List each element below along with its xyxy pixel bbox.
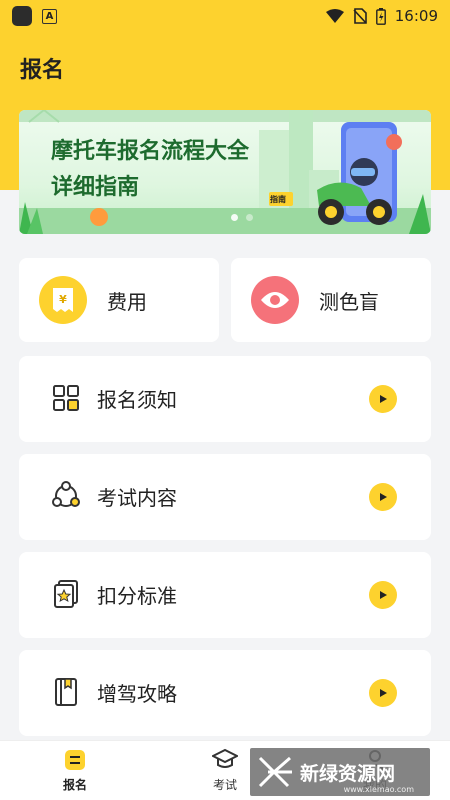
promo-banner[interactable]: 摩托车报名流程大全 详细指南 指南 <box>19 110 431 234</box>
bookmark-book-icon <box>55 678 77 706</box>
row-label: 增驾攻略 <box>97 682 177 706</box>
a-notification-icon: A <box>42 8 57 24</box>
play-arrow-icon[interactable] <box>369 679 397 707</box>
svg-text:¥: ¥ <box>59 293 67 306</box>
status-bar: A 16:09 <box>0 0 450 32</box>
grid-icon <box>53 385 79 411</box>
play-arrow-icon[interactable] <box>369 581 397 609</box>
eye-icon <box>251 276 299 324</box>
banner-title-line1: 摩托车报名流程大全 <box>51 139 250 164</box>
watermark-logo-icon <box>258 756 292 788</box>
nav-label: 考试 <box>212 778 237 792</box>
banner-dot-active[interactable] <box>231 214 238 221</box>
battery-charging-icon <box>375 7 386 25</box>
nav-label: 报名 <box>62 778 87 792</box>
row-label: 扣分标准 <box>97 584 177 608</box>
row-registration-notice[interactable]: 报名须知 <box>19 356 431 442</box>
play-arrow-icon[interactable] <box>369 483 397 511</box>
yen-receipt-icon: ¥ <box>39 276 87 324</box>
wifi-icon <box>325 9 344 23</box>
banner-pagination <box>231 214 253 221</box>
fee-card-label: 费用 <box>107 290 147 314</box>
banner-tag: 指南 <box>270 195 286 204</box>
no-sim-icon <box>353 8 367 24</box>
color-blind-test-card[interactable]: 测色盲 <box>231 258 431 342</box>
color-blind-card-label: 测色盲 <box>319 290 379 314</box>
banner-dot[interactable] <box>246 214 253 221</box>
nodes-icon <box>52 481 80 507</box>
graduation-cap-icon <box>212 748 238 768</box>
watermark: 新绿资源网 www.xlemao.com <box>250 748 430 796</box>
star-card-icon <box>54 580 78 608</box>
watermark-text: 新绿资源网 <box>300 762 396 785</box>
app-notification-icon <box>12 6 32 26</box>
row-label: 考试内容 <box>97 486 177 510</box>
play-arrow-icon[interactable] <box>369 385 397 413</box>
watermark-url: www.xlemao.com <box>343 785 414 794</box>
fee-card[interactable]: ¥ 费用 <box>19 258 219 342</box>
row-label: 报名须知 <box>97 388 177 412</box>
list-icon <box>65 750 85 770</box>
page-title: 报名 <box>20 58 65 83</box>
row-upgrade-guide[interactable]: 增驾攻略 <box>19 650 431 736</box>
row-deduction-standard[interactable]: 扣分标准 <box>19 552 431 638</box>
clock-time: 16:09 <box>394 7 438 25</box>
row-exam-content[interactable]: 考试内容 <box>19 454 431 540</box>
nav-tab-register[interactable]: 报名 <box>0 741 150 800</box>
